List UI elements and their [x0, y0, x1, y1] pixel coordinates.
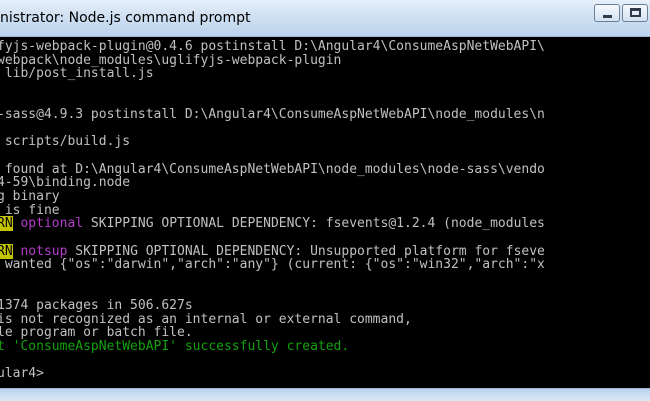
console-line: 1374 packages in 506.627s: [0, 299, 545, 313]
title-bar[interactable]: nistrator: Node.js command prompt: [0, 0, 650, 37]
console-text-segment: optional: [20, 216, 84, 232]
console-line: 4-59\binding.node: [0, 176, 545, 190]
console-line: RN optional SKIPPING OPTIONAL DEPENDENCY…: [0, 216, 545, 232]
console-line: is not recognized as an internal or exte…: [0, 312, 545, 327]
console-line: g binary: [0, 190, 545, 204]
console-line: -sass@4.9.3 postinstall D:\Angular4\Cons…: [0, 108, 545, 122]
maximize-button[interactable]: [622, 4, 648, 22]
console-line: scripts/build.js: [0, 135, 545, 149]
console-line: le program or batch file.: [0, 326, 545, 340]
command-prompt-window: nistrator: Node.js command prompt fyjs-w…: [0, 0, 650, 401]
maximize-icon: [630, 8, 641, 17]
console-line: lib/post_install.js: [0, 67, 545, 81]
console-line: t 'ConsumeAspNetWebAPI' successfully cre…: [0, 340, 545, 354]
console-line: wanted {"os":"darwin","arch":"any"} (cur…: [0, 258, 545, 272]
console-text-segment: lib/post_install.js: [0, 66, 154, 82]
console-line: ular4>: [0, 367, 545, 381]
console-text: fyjs-webpack-plugin@0.4.6 postinstall D:…: [0, 40, 545, 381]
console-line: found at D:\Angular4\ConsumeAspNetWebAPI…: [0, 162, 545, 177]
console-line: fyjs-webpack-plugin@0.4.6 postinstall D:…: [0, 40, 545, 54]
console-text-segment: wanted {"os":"darwin","arch":"any"} (cur…: [0, 257, 545, 273]
console-text-segment: t 'ConsumeAspNetWebAPI' successfully cre…: [0, 339, 350, 355]
console-line: RN notsup SKIPPING OPTIONAL DEPENDENCY: …: [0, 243, 545, 259]
console-text-segment: SKIPPING OPTIONAL DEPENDENCY: fsevents@1…: [83, 216, 545, 232]
window-bottom-border: [0, 388, 650, 401]
window-title: nistrator: Node.js command prompt: [0, 10, 251, 26]
console-output[interactable]: fyjs-webpack-plugin@0.4.6 postinstall D:…: [0, 37, 650, 388]
console-line: is fine: [0, 203, 545, 218]
minimize-icon: [603, 15, 612, 18]
console-text-segment: -sass@4.9.3 postinstall D:\Angular4\Cons…: [0, 107, 545, 123]
console-text-segment: ular4>: [0, 366, 44, 382]
console-text-segment: RN: [0, 216, 13, 232]
console-text-segment: scripts/build.js: [0, 134, 131, 150]
minimize-button[interactable]: [594, 4, 620, 22]
console-line: webpack\node_modules\uglifyjs-webpack-pl…: [0, 53, 545, 68]
